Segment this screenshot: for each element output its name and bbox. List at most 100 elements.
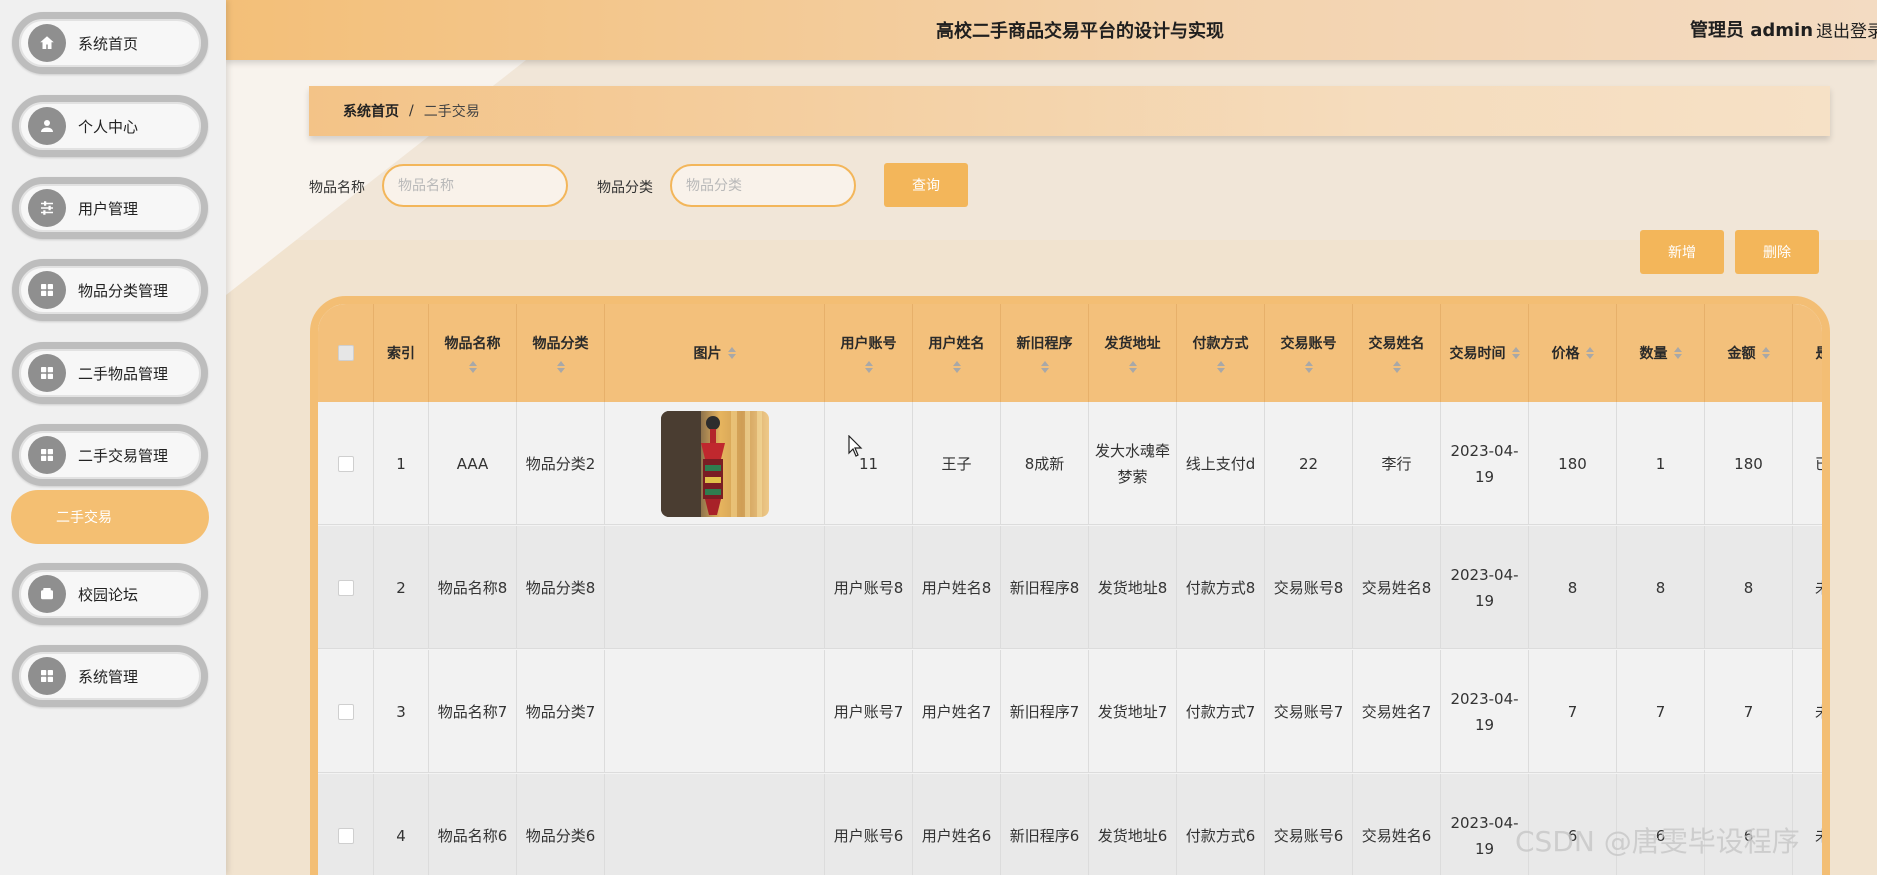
column-header[interactable]: 付款方式	[1177, 304, 1265, 402]
mouse-cursor-icon	[848, 435, 863, 457]
item-name-input[interactable]	[382, 164, 568, 207]
row-checkbox[interactable]	[337, 827, 354, 844]
table-cell: 发货地址6	[1089, 774, 1177, 875]
table-cell: 发大水魂牵梦萦	[1089, 402, 1177, 525]
query-button[interactable]: 查询	[884, 163, 968, 207]
row-index: 3	[374, 650, 429, 773]
sidebar-subitem-label: 二手交易	[56, 510, 112, 526]
select-all-cell	[318, 304, 374, 402]
sort-caret-icon[interactable]	[556, 361, 565, 373]
delete-button[interactable]: 删除	[1735, 230, 1819, 274]
sort-caret-icon[interactable]	[468, 361, 477, 373]
row-index: 1	[374, 402, 429, 525]
column-header[interactable]: 物品名称	[429, 304, 517, 402]
table-cell: 付款方式7	[1177, 650, 1265, 773]
sidebar-item-label: 二手交易管理	[78, 446, 169, 465]
table-cell: 7	[1617, 650, 1705, 773]
table-cell: 2023-04-19	[1441, 402, 1529, 525]
sidebar-item-trade[interactable]: 二手交易管理	[12, 424, 208, 486]
app-title: 高校二手商品交易平台的设计与实现	[936, 21, 1224, 42]
sort-caret-icon[interactable]	[1392, 361, 1401, 373]
table-cell: 用户账号6	[825, 774, 913, 875]
sort-caret-icon[interactable]	[1673, 347, 1682, 359]
image-cell	[605, 402, 825, 525]
sidebar-item-users[interactable]: 用户管理	[12, 177, 208, 239]
table-cell: 11	[825, 402, 913, 525]
column-header[interactable]: 物品分类	[517, 304, 605, 402]
column-header-label: 金额	[1727, 346, 1756, 362]
sort-caret-icon[interactable]	[1511, 347, 1520, 359]
row-checkbox[interactable]	[337, 703, 354, 720]
sidebar-item-goods[interactable]: 二手物品管理	[12, 342, 208, 404]
sort-caret-icon[interactable]	[1040, 361, 1049, 373]
sidebar-item-profile[interactable]: 个人中心	[12, 95, 208, 157]
sidebar-item-label: 物品分类管理	[78, 281, 169, 300]
sort-caret-icon[interactable]	[864, 361, 873, 373]
sidebar-item-forum[interactable]: 校园论坛	[12, 563, 208, 625]
sidebar-subitem-trade[interactable]: 二手交易	[11, 490, 209, 544]
column-header[interactable]: 价格	[1529, 304, 1617, 402]
column-header-label: 数量	[1639, 346, 1668, 362]
table-cell: 8	[1529, 526, 1617, 649]
column-header[interactable]: 金额	[1705, 304, 1793, 402]
table-cell: 未	[1793, 526, 1822, 649]
sort-caret-icon[interactable]	[1761, 347, 1770, 359]
sidebar-item-home[interactable]: 系统首页	[12, 12, 208, 74]
table-cell: 李行	[1353, 402, 1441, 525]
table-cell: 8	[1705, 526, 1793, 649]
column-header[interactable]: 交易姓名	[1353, 304, 1441, 402]
column-header[interactable]: 交易时间	[1441, 304, 1529, 402]
column-header: 是	[1793, 304, 1823, 402]
select-all-checkbox[interactable]	[337, 345, 354, 361]
table-row[interactable]: 1 AAA 物品分类2 11 王子 8成新 发大水魂牵梦萦 线上支付d 22 李行 2023-04-…	[318, 402, 1822, 525]
column-header[interactable]: 图片	[605, 304, 825, 402]
table-cell: 线上支付d	[1177, 402, 1265, 525]
table-cell: 物品分类2	[517, 402, 605, 525]
user-icon	[28, 107, 66, 145]
column-header[interactable]: 数量	[1617, 304, 1705, 402]
sort-caret-icon[interactable]	[1216, 361, 1225, 373]
table-cell: 用户姓名8	[913, 526, 1001, 649]
column-header[interactable]: 用户姓名	[913, 304, 1001, 402]
sort-caret-icon[interactable]	[1128, 361, 1137, 373]
table-cell: 新旧程序8	[1001, 526, 1089, 649]
breadcrumb-separator: /	[409, 103, 414, 119]
column-header[interactable]: 交易账号	[1265, 304, 1353, 402]
column-header-label: 图片	[693, 346, 722, 362]
table-cell: 8成新	[1001, 402, 1089, 525]
column-header-label: 用户姓名	[928, 336, 985, 352]
row-select-cell	[318, 526, 374, 649]
row-checkbox[interactable]	[337, 579, 354, 596]
row-checkbox[interactable]	[337, 455, 354, 472]
add-button[interactable]: 新增	[1640, 230, 1724, 274]
sort-caret-icon[interactable]	[727, 347, 736, 359]
table-cell: 用户账号7	[825, 650, 913, 773]
table-cell: 交易姓名7	[1353, 650, 1441, 773]
column-header-label: 付款方式	[1192, 336, 1249, 352]
table-cell: 用户账号8	[825, 526, 913, 649]
table-cell: 物品名称6	[429, 774, 517, 875]
column-header[interactable]: 发货地址	[1089, 304, 1177, 402]
table-cell: 22	[1265, 402, 1353, 525]
table-cell: 未	[1793, 650, 1822, 773]
table-cell: 已	[1793, 402, 1822, 525]
sidebar-item-category[interactable]: 物品分类管理	[12, 259, 208, 321]
item-category-input[interactable]	[670, 164, 856, 207]
grid-icon	[28, 354, 66, 392]
breadcrumb-home[interactable]: 系统首页	[343, 101, 399, 121]
table-row[interactable]: 3 物品名称7 物品分类7 用户账号7 用户姓名7 新旧程序7 发货地址7 付款方式7 交易账号…	[318, 650, 1822, 773]
sidebar-item-system[interactable]: 系统管理	[12, 645, 208, 707]
table-cell: 8	[1617, 526, 1705, 649]
table-cell: 交易账号8	[1265, 526, 1353, 649]
wallet-icon	[28, 575, 66, 613]
sort-caret-icon[interactable]	[1585, 347, 1594, 359]
table-cell: AAA	[429, 402, 517, 525]
column-header[interactable]: 新旧程序	[1001, 304, 1089, 402]
logout-link[interactable]: 退出登录	[1816, 17, 1877, 42]
item-thumbnail-image	[660, 410, 769, 517]
column-header[interactable]: 用户账号	[825, 304, 913, 402]
sidebar: 系统首页 个人中心 用户管理 物品分类管理 二手物品管理 二手交易管理 二手交易…	[0, 0, 226, 875]
sort-caret-icon[interactable]	[952, 361, 961, 373]
table-row[interactable]: 2 物品名称8 物品分类8 用户账号8 用户姓名8 新旧程序8 发货地址8 付款方式8 交易账号…	[318, 526, 1822, 649]
sort-caret-icon[interactable]	[1304, 361, 1313, 373]
